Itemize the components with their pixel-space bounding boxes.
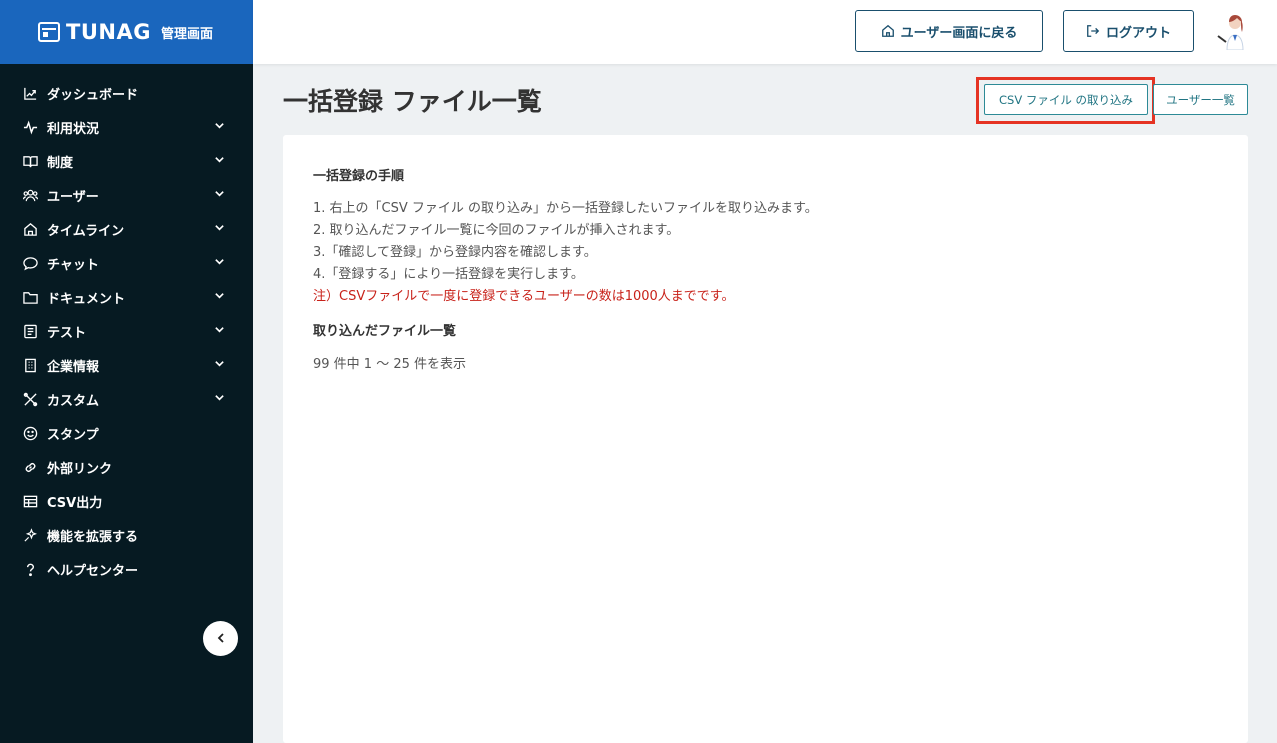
- top-bar: ユーザー画面に戻る ログアウト: [253, 0, 1277, 64]
- chevron-down-icon: [214, 324, 225, 339]
- sidebar-item-documents[interactable]: ドキュメント: [0, 280, 253, 314]
- sidebar-item-external-links[interactable]: 外部リンク: [0, 450, 253, 484]
- sidebar-item-extend-features[interactable]: 機能を拡張する: [0, 518, 253, 552]
- chevron-down-icon: [214, 290, 225, 305]
- checklist-icon: [22, 323, 38, 339]
- sidebar-item-usage[interactable]: 利用状況: [0, 110, 253, 144]
- logout-icon: [1087, 25, 1100, 37]
- sidebar-item-system[interactable]: 制度: [0, 144, 253, 178]
- sidebar-item-label: カスタム: [47, 393, 100, 409]
- procedure-step: 4.「登録する」により一括登録を実行します。: [313, 267, 584, 282]
- sidebar-item-dashboard[interactable]: ダッシュボード: [0, 76, 253, 110]
- chat-bubble-icon: [22, 255, 38, 271]
- users-icon: [22, 187, 38, 203]
- sidebar-item-custom[interactable]: カスタム: [0, 382, 253, 416]
- sidebar-collapse-button[interactable]: [203, 621, 238, 656]
- sidebar-item-timeline[interactable]: タイムライン: [0, 212, 253, 246]
- chart-line-icon: [22, 85, 38, 101]
- smile-icon: [22, 425, 38, 441]
- sidebar-item-label: ユーザー: [47, 189, 99, 205]
- limit-note: 注）CSVファイルで一度に登録できるユーザーの数は1000人までです。: [313, 289, 735, 304]
- sparkle-icon: [22, 527, 38, 543]
- chevron-down-icon: [214, 358, 225, 373]
- procedure-step: 2. 取り込んだファイル一覧に今回のファイルが挿入されます。: [313, 223, 680, 238]
- chevron-down-icon: [214, 120, 225, 135]
- brand-name: TUNAG: [66, 20, 151, 44]
- user-list-button[interactable]: ユーザー一覧: [1153, 84, 1248, 115]
- sidebar-item-label: 利用状況: [47, 121, 100, 137]
- sidebar-item-label: タイムライン: [47, 223, 125, 239]
- sidebar-item-label: スタンプ: [47, 427, 99, 443]
- building-icon: [22, 357, 38, 373]
- chevron-down-icon: [214, 188, 225, 203]
- sidebar-item-label: ヘルプセンター: [47, 563, 139, 579]
- folder-icon: [22, 289, 38, 305]
- back-to-user-screen-label: ユーザー画面に戻る: [900, 25, 1018, 41]
- sidebar-item-label: 機能を拡張する: [47, 529, 139, 545]
- sidebar-item-test[interactable]: テスト: [0, 314, 253, 348]
- logout-label: ログアウト: [1105, 25, 1171, 41]
- result-count: 99 件中 1 〜 25 件を表示: [313, 357, 467, 372]
- sidebar-item-label: ダッシュボード: [47, 87, 139, 103]
- sidebar-item-label: CSV出力: [47, 495, 103, 511]
- sidebar-item-csv-export[interactable]: CSV出力: [0, 484, 253, 518]
- imported-files-title: 取り込んだファイル一覧: [313, 324, 457, 339]
- sidebar-item-label: チャット: [47, 257, 99, 273]
- chevron-left-icon: [215, 629, 227, 648]
- content-panel: 一括登録の手順 1. 右上の「CSV ファイル の取り込み」から一括登録したいフ…: [283, 135, 1248, 743]
- home-icon: [881, 24, 894, 37]
- sidebar-item-label: ドキュメント: [47, 291, 126, 307]
- sidebar-item-help-center[interactable]: ヘルプセンター: [0, 552, 253, 586]
- activity-icon: [22, 119, 38, 135]
- back-to-user-screen-button[interactable]: ユーザー画面に戻る: [855, 10, 1043, 52]
- sidebar-item-stamps[interactable]: スタンプ: [0, 416, 253, 450]
- sidebar-item-company[interactable]: 企業情報: [0, 348, 253, 382]
- book-icon: [22, 153, 38, 169]
- chevron-down-icon: [214, 256, 225, 271]
- help-icon: [22, 561, 38, 577]
- brand-subtitle: 管理画面: [160, 26, 213, 42]
- page-title: 一括登録 ファイル一覧: [283, 87, 542, 116]
- procedure-step: 3.「確認して登録」から登録内容を確認します。: [313, 245, 597, 260]
- table-icon: [22, 493, 38, 509]
- sidebar-item-label: 企業情報: [47, 359, 100, 375]
- sidebar-item-users[interactable]: ユーザー: [0, 178, 253, 212]
- avatar[interactable]: [1215, 14, 1249, 51]
- tools-icon: [22, 391, 38, 407]
- sidebar-item-label: テスト: [47, 325, 87, 341]
- chevron-down-icon: [214, 222, 225, 237]
- chevron-down-icon: [214, 392, 225, 407]
- csv-import-button[interactable]: CSV ファイル の取り込み: [984, 84, 1148, 115]
- chevron-down-icon: [214, 154, 225, 169]
- sidebar-item-chat[interactable]: チャット: [0, 246, 253, 280]
- procedure-step: 1. 右上の「CSV ファイル の取り込み」から一括登録したいファイルを取り込み…: [313, 201, 818, 216]
- logout-button[interactable]: ログアウト: [1063, 10, 1194, 52]
- sidebar-item-label: 制度: [47, 155, 74, 171]
- sidebar: TUNAG 管理画面 ダッシュボード 利用状況 制度 ユーザー タイムライン チ…: [0, 0, 253, 743]
- procedure-title: 一括登録の手順: [313, 169, 405, 184]
- tunag-logo-icon: [38, 22, 60, 42]
- brand-header[interactable]: TUNAG 管理画面: [0, 0, 253, 64]
- home-icon: [22, 221, 38, 237]
- sidebar-item-label: 外部リンク: [47, 461, 113, 477]
- link-icon: [22, 459, 38, 475]
- sidebar-menu: ダッシュボード 利用状況 制度 ユーザー タイムライン チャット ドキュメント …: [0, 64, 253, 586]
